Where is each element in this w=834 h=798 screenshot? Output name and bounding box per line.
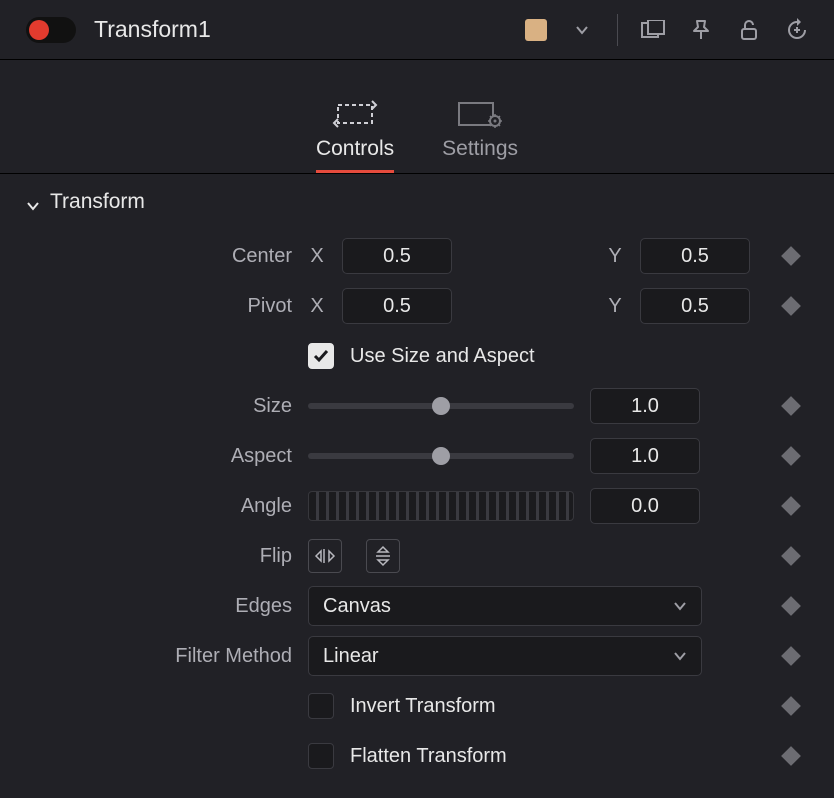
param-row-invert: Invert Transform [26, 682, 808, 730]
toggle-knob [29, 20, 49, 40]
keyframe-diamond-icon[interactable] [781, 446, 801, 466]
keyframe-diamond-icon[interactable] [781, 546, 801, 566]
angle-input[interactable]: 0.0 [590, 488, 700, 524]
lock-icon[interactable] [736, 17, 762, 43]
size-input[interactable]: 1.0 [590, 388, 700, 424]
keyframe-diamond-icon[interactable] [781, 246, 801, 266]
invert-transform-checkbox[interactable] [308, 693, 334, 719]
keyframe-diamond-icon[interactable] [781, 646, 801, 666]
reset-icon[interactable] [784, 17, 810, 43]
checkbox-label: Use Size and Aspect [350, 345, 535, 368]
tab-settings[interactable]: Settings [442, 99, 518, 173]
flatten-transform-checkbox[interactable] [308, 743, 334, 769]
keyframe-diamond-icon[interactable] [781, 596, 801, 616]
param-row-edges: Edges Canvas [26, 582, 808, 630]
dropdown-value: Canvas [323, 595, 391, 618]
value-text: 0.5 [383, 295, 411, 318]
param-label: Center [26, 245, 308, 268]
filter-dropdown[interactable]: Linear [308, 636, 702, 676]
value-text: 0.5 [681, 245, 709, 268]
param-label: Aspect [26, 445, 308, 468]
flip-horizontal-button[interactable] [308, 539, 342, 573]
value-text: 1.0 [631, 395, 659, 418]
controls-icon [331, 99, 379, 129]
checkbox-label: Invert Transform [350, 695, 496, 718]
x-label: X [308, 245, 326, 268]
param-row-flip: Flip [26, 532, 808, 580]
dropdown-value: Linear [323, 645, 379, 668]
inspector-header: Transform1 [0, 0, 834, 60]
param-label: Size [26, 395, 308, 418]
param-row-pivot: Pivot X 0.5 Y 0.5 [26, 282, 808, 330]
chevron-down-icon [673, 649, 687, 663]
node-enable-toggle[interactable] [26, 17, 76, 43]
inspector-body: Transform Center X 0.5 Y 0.5 Pivot X 0.5… [0, 174, 834, 798]
use-size-aspect-checkbox[interactable] [308, 343, 334, 369]
param-label: Angle [26, 495, 308, 518]
pivot-y-input[interactable]: 0.5 [640, 288, 750, 324]
flip-vertical-button[interactable] [366, 539, 400, 573]
tab-controls-label: Controls [316, 137, 394, 161]
keyframe-diamond-icon[interactable] [781, 296, 801, 316]
param-label: Filter Method [26, 645, 308, 668]
node-color-chip[interactable] [525, 19, 547, 41]
tab-controls[interactable]: Controls [316, 99, 394, 173]
pivot-x-input[interactable]: 0.5 [342, 288, 452, 324]
param-row-flatten: Flatten Transform [26, 732, 808, 780]
pin-icon[interactable] [688, 17, 714, 43]
value-text: 0.5 [383, 245, 411, 268]
keyframe-diamond-icon[interactable] [781, 396, 801, 416]
section-title: Transform [50, 190, 145, 214]
aspect-input[interactable]: 1.0 [590, 438, 700, 474]
chevron-down-icon [26, 195, 40, 209]
center-x-input[interactable]: 0.5 [342, 238, 452, 274]
value-text: 0.5 [681, 295, 709, 318]
header-toolbar [525, 0, 810, 59]
settings-icon [456, 99, 504, 129]
aspect-slider[interactable] [308, 453, 574, 459]
chevron-down-icon[interactable] [569, 17, 595, 43]
inspector-tabs: Controls Settings [0, 60, 834, 174]
param-row-center: Center X 0.5 Y 0.5 [26, 232, 808, 280]
param-row-filter: Filter Method Linear [26, 632, 808, 680]
section-transform-header[interactable]: Transform [26, 190, 808, 214]
divider [617, 14, 618, 46]
keyframe-diamond-icon[interactable] [781, 746, 801, 766]
keyframe-diamond-icon[interactable] [781, 696, 801, 716]
slider-thumb [432, 447, 450, 465]
param-label: Pivot [26, 295, 308, 318]
y-label: Y [606, 295, 624, 318]
checkbox-label: Flatten Transform [350, 745, 507, 768]
chevron-down-icon [673, 599, 687, 613]
param-row-size: Size 1.0 [26, 382, 808, 430]
value-text: 0.0 [631, 495, 659, 518]
angle-dial[interactable] [308, 491, 574, 521]
tab-settings-label: Settings [442, 137, 518, 161]
keyframe-diamond-icon[interactable] [781, 496, 801, 516]
param-row-angle: Angle 0.0 [26, 482, 808, 530]
x-label: X [308, 295, 326, 318]
param-label: Edges [26, 595, 308, 618]
param-row-aspect: Aspect 1.0 [26, 432, 808, 480]
param-row-use-size-aspect: Use Size and Aspect [26, 332, 808, 380]
edges-dropdown[interactable]: Canvas [308, 586, 702, 626]
window-icon[interactable] [640, 17, 666, 43]
size-slider[interactable] [308, 403, 574, 409]
center-y-input[interactable]: 0.5 [640, 238, 750, 274]
param-label: Flip [26, 545, 308, 568]
node-title: Transform1 [94, 16, 211, 43]
y-label: Y [606, 245, 624, 268]
value-text: 1.0 [631, 445, 659, 468]
slider-thumb [432, 397, 450, 415]
